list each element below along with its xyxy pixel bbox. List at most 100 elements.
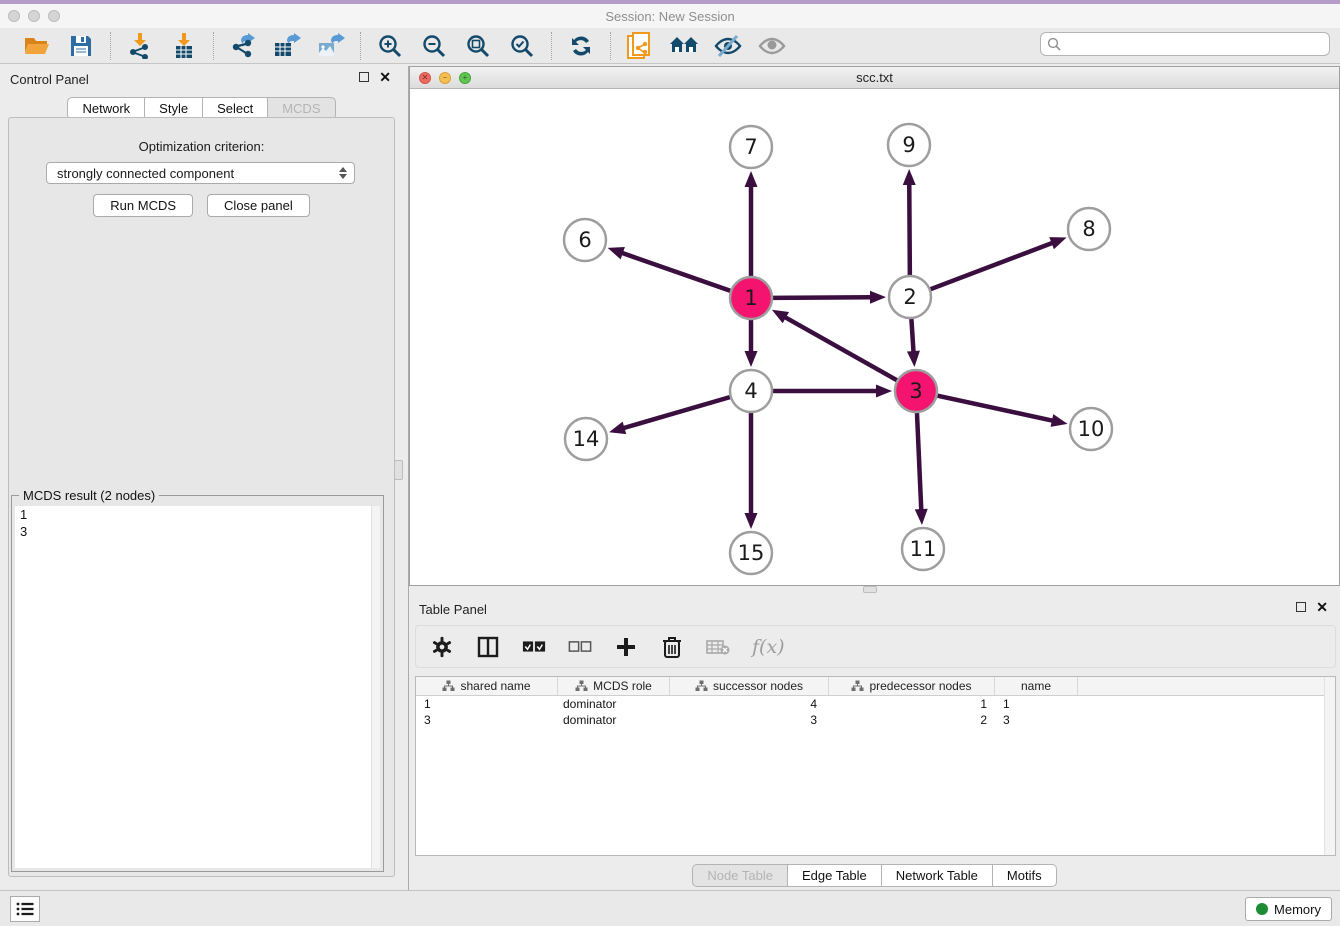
- table-cell: 4: [670, 696, 829, 712]
- function-builder-button[interactable]: f(x): [752, 635, 785, 659]
- graph-node-label: 3: [909, 379, 922, 403]
- show-column-button[interactable]: [476, 635, 500, 659]
- network-frame-titlebar: scc.txt ✕ − +: [410, 67, 1339, 89]
- network-view-frame: scc.txt ✕ − + 7968124314101511: [409, 66, 1340, 586]
- window-title: Session: New Session: [0, 9, 1340, 24]
- save-icon: [70, 35, 92, 57]
- graph-node-label: 4: [744, 379, 757, 403]
- tab-node-table[interactable]: Node Table: [692, 864, 788, 887]
- export-table-button[interactable]: [272, 31, 302, 61]
- graph-edge[interactable]: [621, 253, 730, 291]
- close-panel-button[interactable]: Close panel: [207, 194, 310, 217]
- attribute-tree-icon: [851, 680, 864, 692]
- delete-column-button[interactable]: [660, 635, 684, 659]
- vertical-divider-grip[interactable]: [394, 460, 403, 480]
- table-settings-button[interactable]: [430, 635, 454, 659]
- zoom-fit-button[interactable]: [463, 31, 493, 61]
- run-mcds-button[interactable]: Run MCDS: [93, 194, 193, 217]
- search-field-wrap: [1040, 32, 1330, 56]
- graph-edge[interactable]: [773, 297, 872, 298]
- close-table-panel-icon[interactable]: ✕: [1316, 602, 1328, 612]
- column-header-MCDS-role[interactable]: MCDS role: [558, 677, 670, 695]
- mcds-result-area[interactable]: 1 3: [15, 506, 371, 868]
- column-header-label: MCDS role: [593, 679, 652, 693]
- hide-graphics-details-button[interactable]: [713, 31, 743, 61]
- unselect-all-columns-button[interactable]: [568, 635, 592, 659]
- column-header-label: shared name: [460, 679, 530, 693]
- table-cell: dominator: [558, 712, 670, 728]
- network-canvas[interactable]: 7968124314101511: [410, 89, 1339, 585]
- network-canvas-svg: 7968124314101511: [410, 89, 1339, 585]
- delete-table-icon: [706, 639, 730, 655]
- graph-edge[interactable]: [784, 317, 897, 381]
- graph-node-label: 9: [902, 133, 915, 157]
- edge-arrowhead: [903, 169, 916, 185]
- table-panel-title: Table Panel: [419, 602, 487, 617]
- table-row[interactable]: 3dominator323: [416, 712, 1335, 728]
- import-network-icon: [128, 33, 152, 59]
- memory-button[interactable]: Memory: [1245, 897, 1332, 921]
- column-header-label: predecessor nodes: [869, 679, 971, 693]
- table-body: 1dominator4113dominator323: [416, 696, 1335, 728]
- checked-boxes-icon: [522, 640, 546, 653]
- tab-motifs[interactable]: Motifs: [993, 864, 1057, 887]
- import-network-button[interactable]: [125, 31, 155, 61]
- float-panel-icon[interactable]: [359, 72, 369, 82]
- select-all-columns-button[interactable]: [522, 635, 546, 659]
- search-input[interactable]: [1040, 32, 1330, 56]
- table-cell: 1: [995, 696, 1078, 712]
- main-titlebar: Session: New Session: [0, 4, 1340, 28]
- save-session-button[interactable]: [66, 31, 96, 61]
- graph-node-label: 8: [1082, 217, 1095, 241]
- graph-edge[interactable]: [911, 319, 913, 353]
- export-network-button[interactable]: [228, 31, 258, 61]
- criterion-value: strongly connected component: [57, 166, 234, 181]
- export-image-button[interactable]: [316, 31, 346, 61]
- edge-arrowhead: [745, 351, 758, 367]
- task-history-button[interactable]: [10, 896, 40, 922]
- graph-edge[interactable]: [909, 183, 910, 275]
- result-scrollbar[interactable]: [371, 506, 380, 868]
- graph-node-label: 1: [744, 286, 757, 310]
- edge-arrowhead: [907, 351, 920, 367]
- homes-icon: [669, 35, 699, 57]
- tab-edge-table[interactable]: Edge Table: [788, 864, 882, 887]
- graph-edge[interactable]: [931, 242, 1054, 289]
- export-network-icon: [230, 33, 256, 59]
- mcds-result-title: MCDS result (2 nodes): [19, 488, 159, 503]
- zoom-out-button[interactable]: [419, 31, 449, 61]
- float-table-panel-icon[interactable]: [1296, 602, 1306, 612]
- import-table-button[interactable]: [169, 31, 199, 61]
- close-panel-icon[interactable]: ✕: [379, 72, 391, 82]
- table-toolbar: f(x): [415, 625, 1336, 668]
- show-graphics-details-button[interactable]: [757, 31, 787, 61]
- column-header-name[interactable]: name: [995, 677, 1078, 695]
- network-document-icon: [627, 32, 653, 60]
- table-cell: dominator: [558, 696, 670, 712]
- zoom-selected-button[interactable]: [507, 31, 537, 61]
- create-column-button[interactable]: [614, 635, 638, 659]
- horizontal-divider-grip[interactable]: [863, 586, 877, 593]
- table-cell: 1: [416, 696, 558, 712]
- criterion-select[interactable]: strongly connected component: [46, 162, 355, 184]
- table-row[interactable]: 1dominator411: [416, 696, 1335, 712]
- delete-table-button[interactable]: [706, 635, 730, 659]
- edge-arrowhead: [745, 171, 758, 187]
- table-scrollbar[interactable]: [1324, 677, 1335, 855]
- graph-edge[interactable]: [937, 396, 1053, 421]
- column-header-successor-nodes[interactable]: successor nodes: [670, 677, 829, 695]
- zoom-in-icon: [378, 34, 402, 58]
- tab-network-table[interactable]: Network Table: [882, 864, 993, 887]
- zoom-in-button[interactable]: [375, 31, 405, 61]
- new-network-from-selection-button[interactable]: [625, 31, 655, 61]
- graph-edge[interactable]: [917, 413, 921, 511]
- graph-edge[interactable]: [622, 397, 729, 428]
- table-cell: 3: [416, 712, 558, 728]
- home-button[interactable]: [669, 31, 699, 61]
- column-header-predecessor-nodes[interactable]: predecessor nodes: [829, 677, 995, 695]
- open-session-button[interactable]: [22, 31, 52, 61]
- refresh-view-button[interactable]: [566, 31, 596, 61]
- fx-icon: f(x): [752, 636, 785, 658]
- column-header-shared-name[interactable]: shared name: [416, 677, 558, 695]
- mcds-result-line: 1: [15, 506, 371, 523]
